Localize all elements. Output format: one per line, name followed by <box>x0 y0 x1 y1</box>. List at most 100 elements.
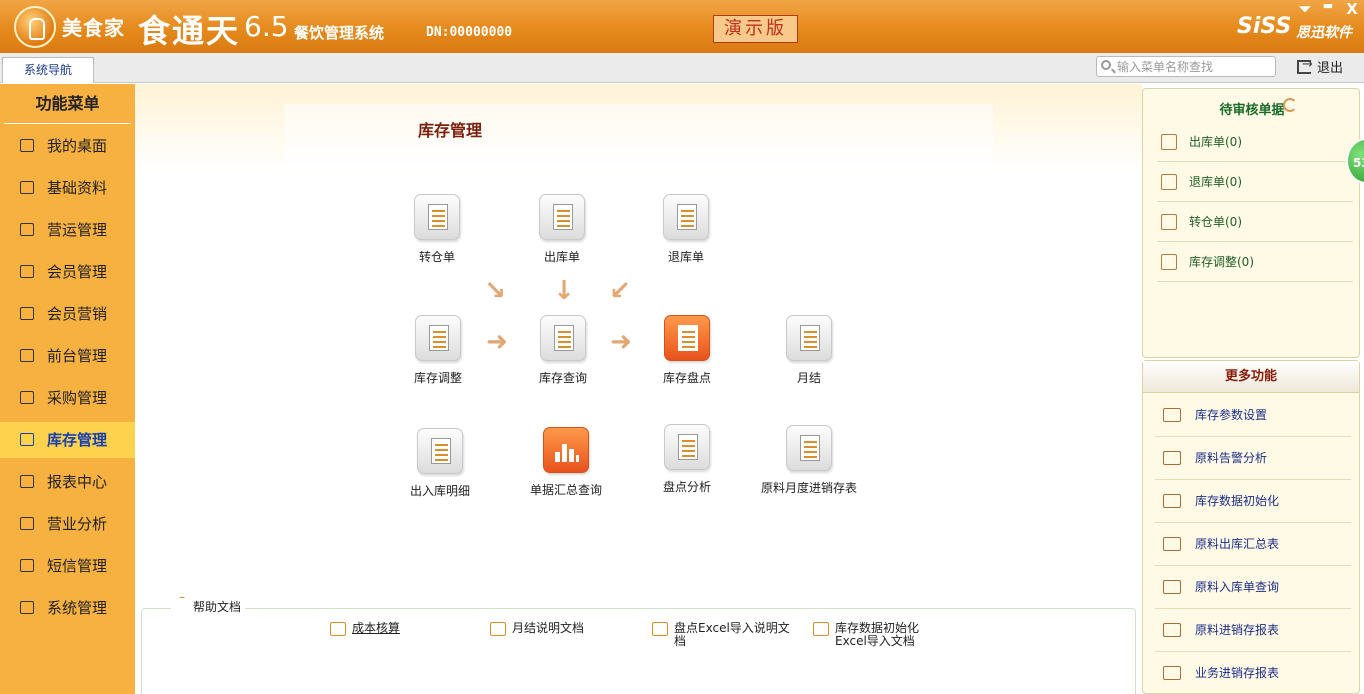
function-outbound-order[interactable]: 出库单 <box>502 194 622 265</box>
pending-item-transfer[interactable]: 转仓单(0) <box>1157 202 1353 242</box>
more-item-inventory-params[interactable]: 库存参数设置 <box>1155 394 1351 437</box>
sidebar-item-business-analysis[interactable]: 营业分析 <box>0 506 135 542</box>
more-item-label: 原料入库单查询 <box>1195 580 1280 594</box>
arrow-down-left-icon: ↙ <box>609 276 631 306</box>
sidebar-item-members[interactable]: 会员管理 <box>0 254 135 290</box>
sidebar-item-inventory[interactable]: 库存管理 <box>0 422 135 458</box>
sidebar-item-label: 我的桌面 <box>47 137 108 155</box>
sidebar-item-system[interactable]: 系统管理 <box>0 590 135 626</box>
sidebar-item-basic-data[interactable]: 基础资料 <box>0 170 135 206</box>
pending-item-return[interactable]: 退库单(0) <box>1157 162 1353 202</box>
menu-search[interactable] <box>1096 56 1276 77</box>
document-icon <box>663 194 709 240</box>
more-item-data-init[interactable]: 库存数据初始化 <box>1155 480 1351 523</box>
more-item-label: 业务进销存报表 <box>1195 666 1280 680</box>
folder-icon <box>20 517 34 530</box>
help-link-stocktake-import[interactable]: 盘点Excel导入说明文档 <box>652 622 792 648</box>
tag-icon <box>490 622 506 636</box>
function-monthly-material-report[interactable]: 原料月度进销存表 <box>749 425 869 496</box>
close-button[interactable]: X <box>1344 0 1360 18</box>
tab-system-navigation[interactable]: 系统导航 <box>2 57 94 83</box>
document-icon <box>1161 214 1177 230</box>
star-document-icon <box>786 425 832 471</box>
arrow-down-right-icon: ↘ <box>484 276 506 306</box>
function-label: 退库单 <box>667 250 704 264</box>
folder-icon <box>813 622 829 636</box>
sidebar-item-operations[interactable]: 营运管理 <box>0 212 135 248</box>
sidebar-item-member-marketing[interactable]: 会员营销 <box>0 296 135 332</box>
search-input[interactable] <box>1117 58 1272 75</box>
function-inout-detail[interactable]: 出入库明细 <box>380 428 500 499</box>
help-link-cost-accounting[interactable]: 成本核算 <box>330 622 400 636</box>
help-link-label: 库存数据初始化Excel导入文档 <box>835 621 920 648</box>
sidebar-item-sms[interactable]: 短信管理 <box>0 548 135 584</box>
wallet-icon <box>330 622 346 636</box>
settings-list-icon <box>1163 408 1181 422</box>
function-inventory-adjust[interactable]: 库存调整 <box>378 315 498 386</box>
function-stocktake[interactable]: 库存盘点 <box>627 315 747 386</box>
more-item-outbound-summary[interactable]: 原料出库汇总表 <box>1155 523 1351 566</box>
more-item-label: 原料出库汇总表 <box>1195 537 1280 551</box>
layers-icon <box>1163 580 1181 594</box>
help-docs-title: 帮助文档 <box>171 598 246 615</box>
sidebar-item-purchasing[interactable]: 采购管理 <box>0 380 135 416</box>
more-item-inbound-query[interactable]: 原料入库单查询 <box>1155 566 1351 609</box>
help-link-init-import[interactable]: 库存数据初始化Excel导入文档 <box>813 621 935 648</box>
pending-documents-panel: 待审核单据 出库单(0) 退库单(0) 转仓单(0) 库存调整(0) <box>1142 88 1360 358</box>
function-return-order[interactable]: 退库单 <box>626 194 746 265</box>
function-document-summary[interactable]: 单据汇总查询 <box>506 427 626 498</box>
pending-item-outbound[interactable]: 出库单(0) <box>1157 122 1353 162</box>
minimize-button[interactable]: ▬ <box>1320 0 1336 12</box>
sidebar-item-label: 会员管理 <box>47 263 108 281</box>
pending-item-label: 库存调整(0) <box>1189 255 1254 269</box>
dropdown-icon[interactable]: ⏷ <box>1297 0 1313 18</box>
title-bar: 美食家 食通天 6.5 餐饮管理系统 DN:00000000 演示版 SiSS … <box>0 0 1364 53</box>
mail-icon <box>20 559 34 572</box>
tab-bar: 系统导航 退出 <box>0 53 1364 83</box>
sidebar-item-reports[interactable]: 报表中心 <box>0 464 135 500</box>
demo-badge: 演示版 <box>713 15 798 43</box>
pending-item-label: 转仓单(0) <box>1189 215 1242 229</box>
pending-item-label: 出库单(0) <box>1189 135 1242 149</box>
help-link-month-end-doc[interactable]: 月结说明文档 <box>490 622 584 636</box>
sidebar-item-label: 会员营销 <box>47 305 108 323</box>
search-icon <box>1101 60 1111 70</box>
function-month-end[interactable]: 月结 <box>749 315 869 386</box>
info-document-icon <box>664 424 710 470</box>
vendor-name: 思迅软件 <box>1296 25 1352 41</box>
function-transfer-order[interactable]: 转仓单 <box>377 194 497 265</box>
car-icon <box>1163 451 1181 465</box>
pending-title: 待审核单据 <box>1219 103 1285 118</box>
refresh-icon[interactable] <box>1283 98 1297 112</box>
sidebar-item-front-desk[interactable]: 前台管理 <box>0 338 135 374</box>
sidebar-item-my-desktop[interactable]: 我的桌面 <box>0 128 135 164</box>
function-label: 出库单 <box>543 250 580 264</box>
pending-item-adjust[interactable]: 库存调整(0) <box>1157 242 1353 282</box>
more-item-business-report[interactable]: 业务进销存报表 <box>1155 652 1351 694</box>
cart-icon <box>1163 494 1181 508</box>
sidebar-item-label: 报表中心 <box>47 473 108 491</box>
more-item-material-report[interactable]: 原料进销存报表 <box>1155 609 1351 652</box>
document-icon <box>20 475 34 488</box>
checklist-icon <box>664 315 710 361</box>
function-inventory-query[interactable]: 库存查询 <box>503 315 623 386</box>
arrow-down-icon: ↓ <box>553 276 575 306</box>
function-label: 库存查询 <box>538 371 587 385</box>
grid-icon <box>20 181 34 194</box>
sidebar-item-label: 前台管理 <box>47 347 108 365</box>
main-header <box>135 84 1142 174</box>
logo-icon <box>14 6 56 48</box>
pending-item-label: 退库单(0) <box>1189 175 1242 189</box>
right-panel: 待审核单据 出库单(0) 退库单(0) 转仓单(0) 库存调整(0) 更多功能 … <box>1142 88 1360 694</box>
function-stocktake-analysis[interactable]: 盘点分析 <box>627 424 747 495</box>
document-icon <box>1163 666 1181 680</box>
document-icon <box>417 428 463 474</box>
product-subtitle: 餐饮管理系统 <box>294 24 385 42</box>
hierarchy-icon <box>652 622 668 636</box>
function-label: 单据汇总查询 <box>529 483 602 497</box>
more-item-material-alert[interactable]: 原料告警分析 <box>1155 437 1351 480</box>
exit-button[interactable]: 退出 <box>1297 57 1343 77</box>
more-functions-panel: 更多功能 库存参数设置 原料告警分析 库存数据初始化 原料出库汇总表 原料入库单… <box>1142 360 1360 694</box>
magnifier-icon <box>540 315 586 361</box>
sidebar-item-label: 营业分析 <box>47 515 108 533</box>
